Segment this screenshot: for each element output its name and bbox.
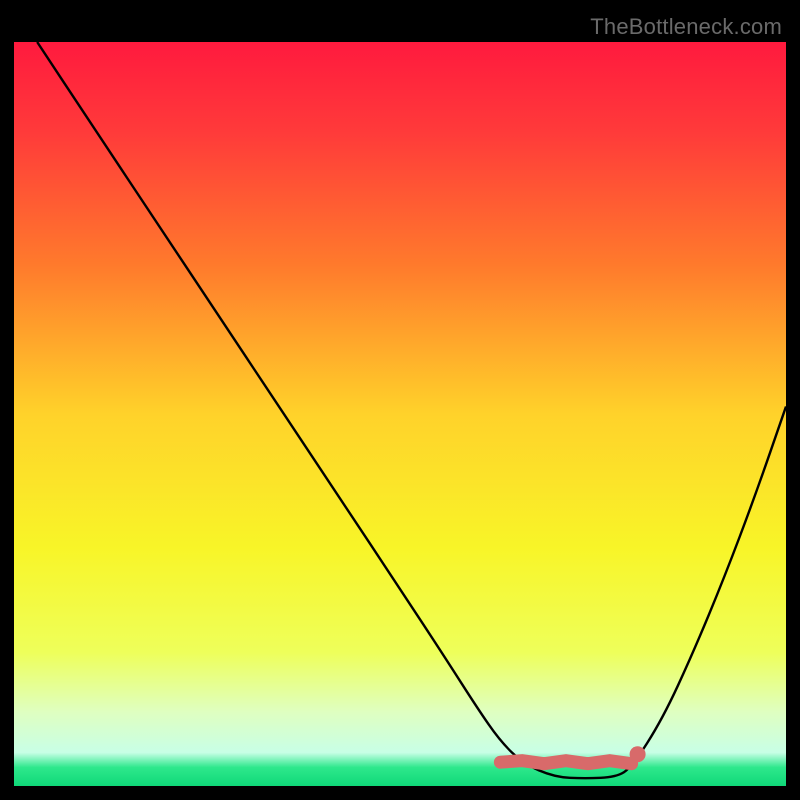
chart-frame: TheBottleneck.com: [14, 14, 786, 786]
chart-background: [14, 42, 786, 786]
chart-plot: [14, 42, 786, 786]
optimal-range-line: [500, 761, 631, 764]
chart-svg: [14, 42, 786, 786]
watermark-text: TheBottleneck.com: [590, 14, 782, 40]
endpoint-marker: [630, 746, 646, 762]
